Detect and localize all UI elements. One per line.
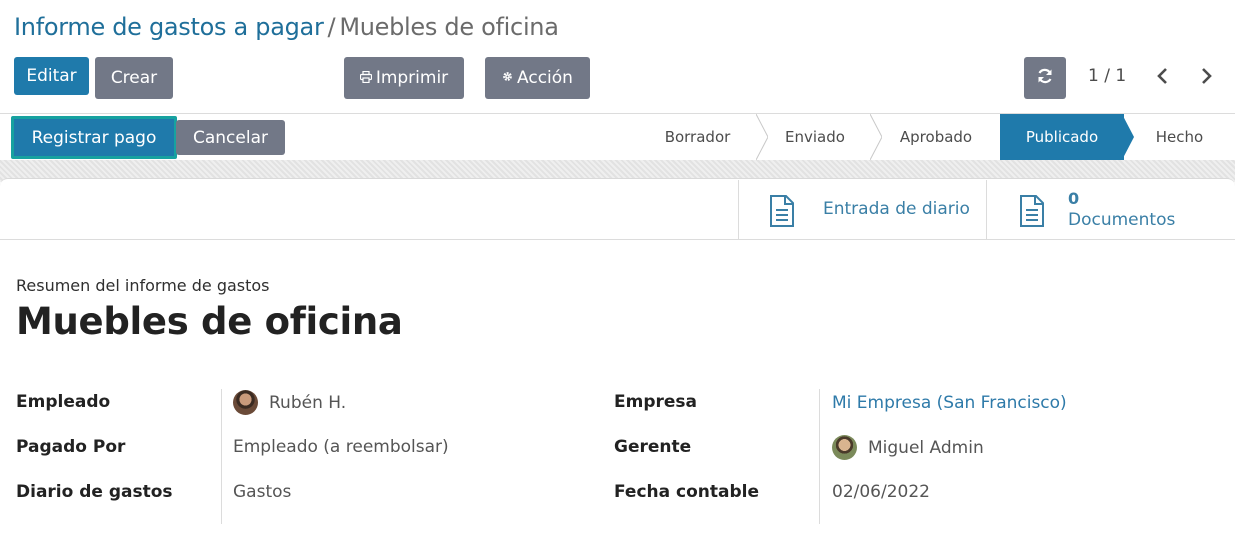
stage-hecho[interactable]: Hecho [1124, 114, 1235, 160]
stage-label: Publicado [1025, 128, 1099, 146]
breadcrumb-separator: / [327, 13, 336, 41]
pager-value[interactable]: 1 / 1 [1088, 66, 1126, 86]
journal-entry-button[interactable]: Entrada de diario [823, 199, 970, 219]
print-label: Imprimir [375, 68, 449, 88]
stage-label: Aprobado [899, 128, 973, 146]
divider [819, 389, 820, 524]
chevron-left-icon[interactable] [1155, 64, 1169, 94]
chevron-right-icon[interactable] [1200, 64, 1214, 94]
status-stages: Borrador Enviado Aprobado Publicado Hech… [637, 114, 1235, 160]
accounting-date-field[interactable]: 02/06/2022 [832, 482, 930, 502]
stage-label: Borrador [664, 128, 731, 146]
stage-label: Enviado [785, 128, 845, 146]
documents-button[interactable]: Documentos [1068, 210, 1175, 230]
form-subtitle: Resumen del informe de gastos [16, 276, 270, 295]
refresh-icon [1036, 67, 1054, 90]
breadcrumb-current: Muebles de oficina [339, 13, 559, 41]
stage-aprobado[interactable]: Aprobado [872, 114, 1000, 160]
paid-by-label: Pagado Por [16, 437, 126, 457]
stage-separator [1122, 114, 1134, 160]
gear-icon [502, 71, 513, 85]
printer-icon [359, 70, 372, 86]
avatar [832, 435, 857, 460]
employee-label: Empleado [16, 392, 111, 412]
company-link[interactable]: Mi Empresa (San Francisco) [832, 393, 1067, 413]
manager-field[interactable]: Miguel Admin [832, 435, 984, 460]
divider [221, 389, 222, 524]
employee-value: Rubén H. [269, 392, 347, 413]
action-button[interactable]: Acción [485, 57, 590, 99]
documents-count[interactable]: 0 [1068, 189, 1079, 208]
expense-journal-label: Diario de gastos [16, 482, 173, 502]
print-button[interactable]: Imprimir [344, 57, 464, 99]
stage-separator [756, 114, 768, 160]
manager-value: Miguel Admin [868, 437, 984, 458]
divider [738, 180, 739, 239]
documents-icon[interactable] [1019, 195, 1045, 227]
cancel-button[interactable]: Cancelar [176, 120, 285, 155]
paid-by-field[interactable]: Empleado (a reembolsar) [233, 437, 449, 457]
stage-separator [870, 114, 882, 160]
page-title: Muebles de oficina [16, 300, 403, 343]
create-button[interactable]: Crear [95, 57, 173, 99]
accounting-date-label: Fecha contable [614, 482, 760, 502]
stage-label: Hecho [1155, 128, 1204, 146]
register-payment-button[interactable]: Registrar pago [11, 116, 177, 159]
breadcrumb-parent-link[interactable]: Informe de gastos a pagar [14, 13, 324, 41]
stage-publicado[interactable]: Publicado [1000, 114, 1134, 160]
avatar [233, 390, 258, 415]
edit-button[interactable]: Editar [14, 57, 89, 95]
stage-enviado[interactable]: Enviado [758, 114, 882, 160]
employee-field[interactable]: Rubén H. [233, 390, 346, 415]
refresh-button[interactable] [1024, 57, 1066, 99]
manager-label: Gerente [614, 437, 692, 457]
expense-journal-field[interactable]: Gastos [233, 482, 291, 502]
company-label: Empresa [614, 392, 697, 412]
document-icon[interactable] [769, 195, 795, 227]
divider [0, 239, 1235, 240]
breadcrumb: Informe de gastos a pagar / Muebles de ofi… [14, 12, 559, 42]
stage-borrador[interactable]: Borrador [637, 114, 768, 160]
divider [986, 180, 987, 239]
action-label: Acción [517, 68, 573, 88]
